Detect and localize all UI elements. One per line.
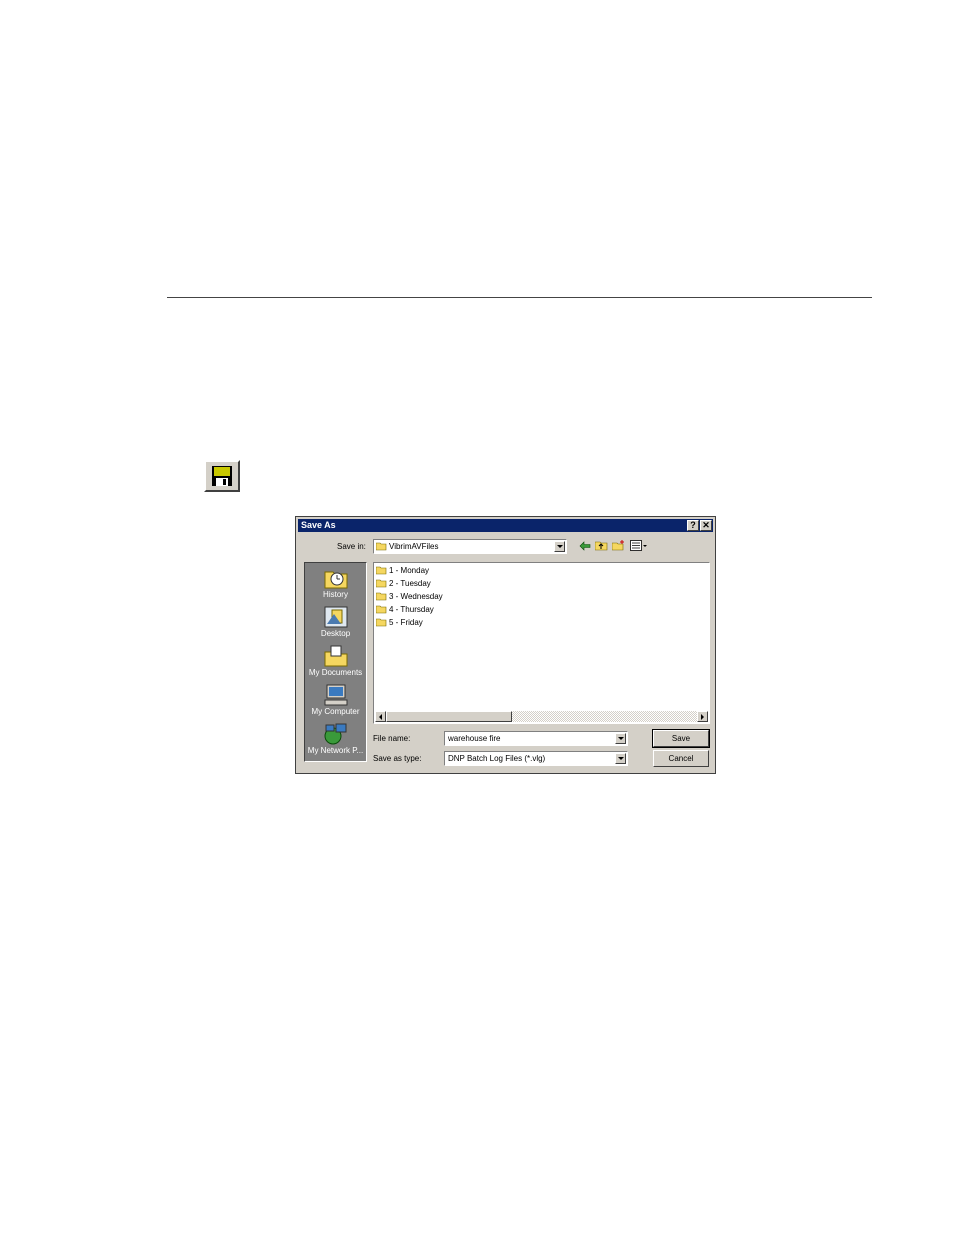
help-button[interactable]: ? bbox=[687, 520, 699, 531]
cancel-button-label: Cancel bbox=[668, 754, 694, 763]
help-icon: ? bbox=[690, 520, 696, 530]
close-icon: ✕ bbox=[702, 520, 710, 530]
horizontal-scrollbar[interactable] bbox=[375, 711, 708, 722]
place-desktop[interactable]: Desktop bbox=[305, 606, 366, 638]
cancel-button[interactable]: Cancel bbox=[653, 750, 709, 767]
save-in-dropdown-arrow[interactable] bbox=[554, 541, 565, 552]
place-my-documents[interactable]: My Documents bbox=[305, 645, 366, 677]
folder-icon bbox=[376, 605, 387, 613]
chevron-down-icon bbox=[617, 737, 624, 740]
file-name-dropdown-arrow[interactable] bbox=[615, 733, 626, 744]
file-name: 1 - Monday bbox=[389, 565, 430, 575]
save-button-label: Save bbox=[671, 734, 691, 743]
place-my-network-places[interactable]: My Network P... bbox=[305, 723, 366, 755]
save-in-label: Save in: bbox=[337, 542, 366, 551]
my-documents-icon bbox=[324, 645, 347, 667]
scrollbar-thumb[interactable] bbox=[386, 711, 512, 722]
folder-icon bbox=[376, 566, 387, 574]
scroll-left-button[interactable] bbox=[375, 711, 386, 722]
list-item[interactable]: 2 - Tuesday bbox=[376, 577, 431, 589]
view-menu-icon[interactable] bbox=[630, 540, 648, 551]
arrow-left-icon bbox=[379, 713, 382, 720]
dialog-title-bar: Save As ? ✕ bbox=[298, 519, 713, 532]
floppy-disk-icon bbox=[212, 466, 232, 486]
file-name: 5 - Friday bbox=[389, 617, 423, 627]
list-item[interactable]: 3 - Wednesday bbox=[376, 590, 443, 602]
file-name-input[interactable]: warehouse fire bbox=[444, 731, 628, 746]
chevron-down-icon bbox=[556, 545, 563, 548]
place-label: My Network P... bbox=[307, 746, 364, 755]
dialog-title: Save As bbox=[301, 520, 336, 530]
place-label: My Documents bbox=[308, 668, 363, 677]
list-item[interactable]: 4 - Thursday bbox=[376, 603, 434, 615]
place-my-computer[interactable]: My Computer bbox=[305, 684, 366, 716]
folder-icon bbox=[376, 542, 387, 551]
save-in-value: VibrimAVFiles bbox=[389, 542, 439, 551]
list-item[interactable]: 1 - Monday bbox=[376, 564, 429, 576]
save-toolbar-button[interactable] bbox=[204, 460, 240, 492]
section-divider bbox=[167, 297, 872, 298]
save-in-dropdown[interactable]: VibrimAVFiles bbox=[373, 539, 567, 554]
history-icon bbox=[324, 571, 347, 589]
save-button[interactable]: Save bbox=[652, 729, 710, 748]
place-history[interactable]: History bbox=[305, 567, 366, 599]
file-list[interactable]: 1 - Monday 2 - Tuesday 3 - Wednesday 4 -… bbox=[373, 562, 710, 724]
folder-icon bbox=[376, 618, 387, 626]
file-name: 3 - Wednesday bbox=[389, 591, 443, 601]
arrow-right-icon bbox=[701, 713, 704, 720]
chevron-down-icon bbox=[617, 757, 624, 760]
save-as-dialog: Save As ? ✕ Save in: VibrimAVFiles Histo… bbox=[295, 516, 716, 774]
close-button[interactable]: ✕ bbox=[700, 520, 712, 531]
place-label: History bbox=[323, 590, 348, 599]
up-folder-icon[interactable] bbox=[595, 540, 608, 551]
save-as-type-dropdown-arrow[interactable] bbox=[615, 753, 626, 764]
save-as-type-label: Save as type: bbox=[373, 754, 422, 763]
file-name-value: warehouse fire bbox=[448, 734, 501, 743]
my-network-places-icon bbox=[324, 723, 346, 745]
places-bar: History Desktop My Documents My Computer… bbox=[304, 562, 367, 762]
my-computer-icon bbox=[324, 684, 347, 706]
folder-icon bbox=[376, 592, 387, 600]
scroll-right-button[interactable] bbox=[697, 711, 708, 722]
desktop-icon bbox=[324, 606, 347, 628]
place-label: My Computer bbox=[311, 707, 360, 716]
file-name-label: File name: bbox=[373, 734, 411, 743]
file-name: 2 - Tuesday bbox=[389, 578, 431, 588]
file-name: 4 - Thursday bbox=[389, 604, 434, 614]
save-as-type-dropdown[interactable]: DNP Batch Log Files (*.vlg) bbox=[444, 751, 628, 766]
back-icon[interactable] bbox=[579, 541, 591, 551]
save-as-type-value: DNP Batch Log Files (*.vlg) bbox=[448, 754, 546, 763]
place-label: Desktop bbox=[320, 629, 351, 638]
folder-icon bbox=[376, 579, 387, 587]
list-item[interactable]: 5 - Friday bbox=[376, 616, 423, 628]
new-folder-icon[interactable] bbox=[612, 540, 625, 551]
